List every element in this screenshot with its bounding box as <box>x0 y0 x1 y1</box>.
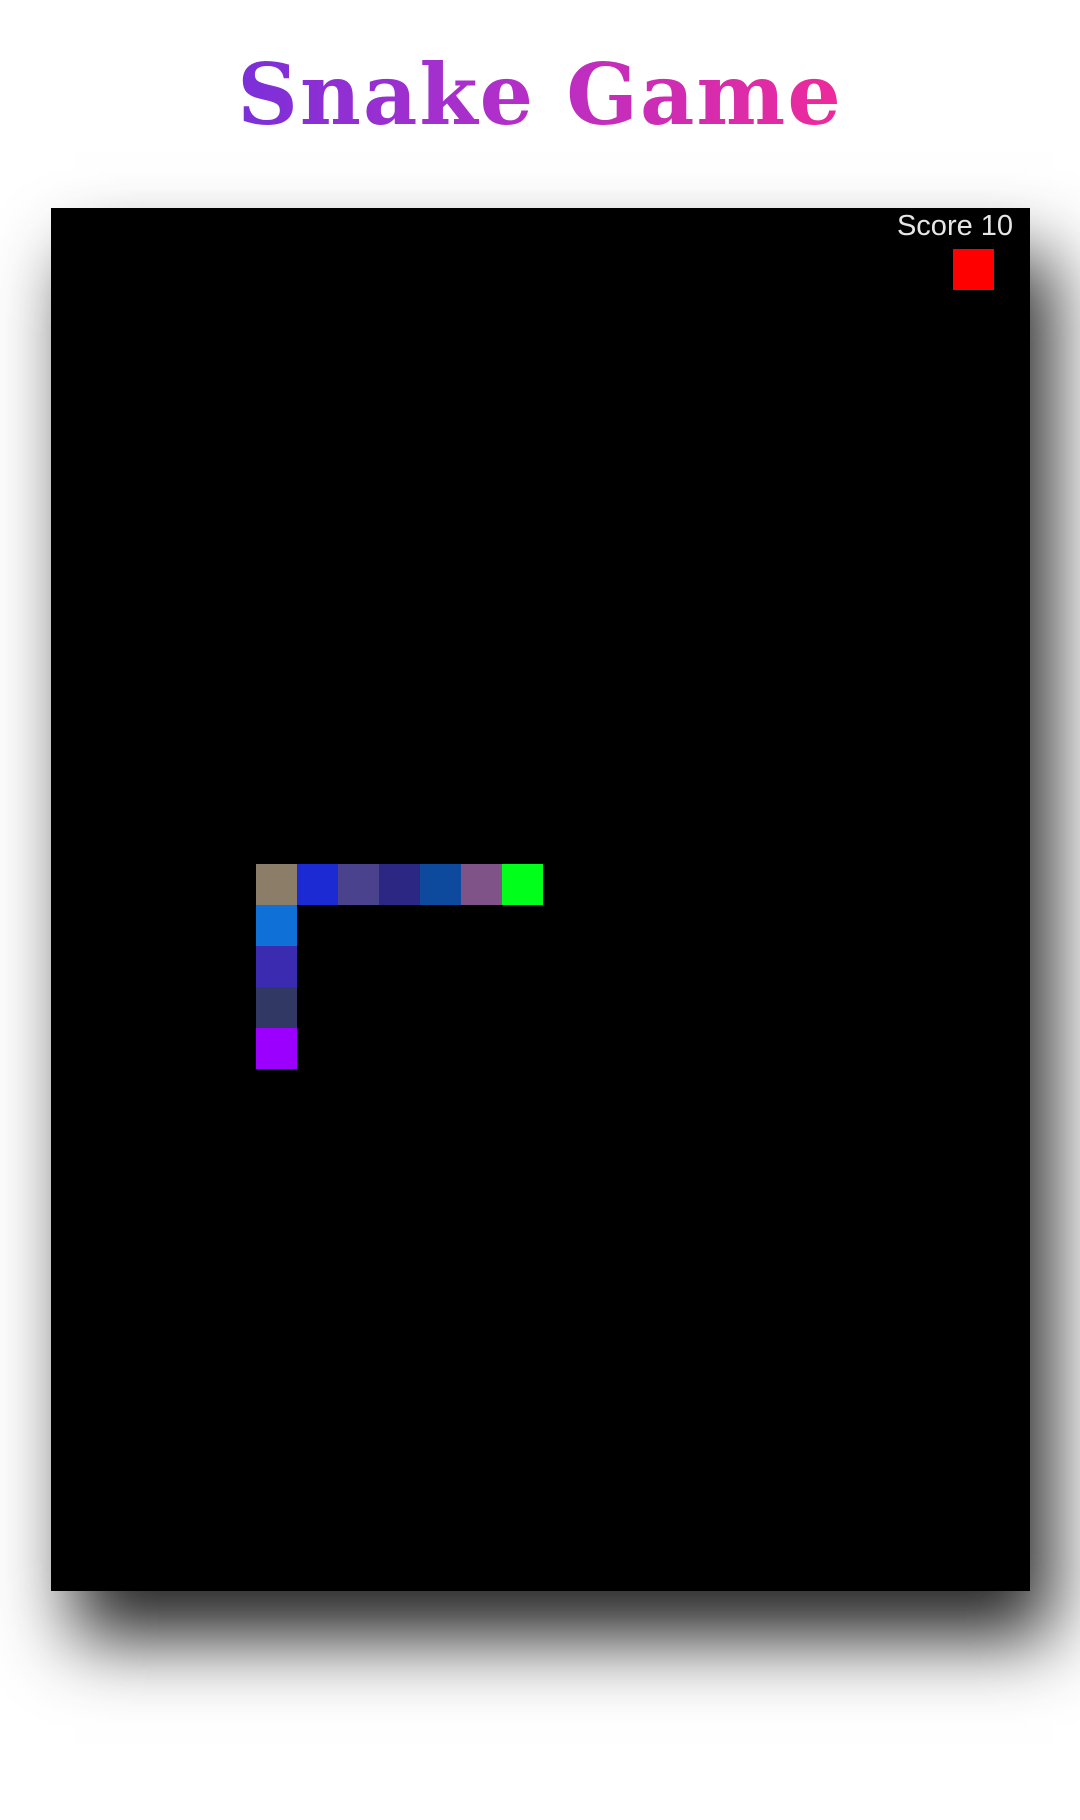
snake-segment <box>297 864 338 905</box>
score-label: Score <box>896 210 973 242</box>
snake-segment <box>461 864 502 905</box>
snake-segment <box>256 946 297 987</box>
food-pellet <box>953 249 994 290</box>
snake-segment <box>338 864 379 905</box>
snake-head <box>502 864 543 905</box>
score-display: Score 10 <box>897 208 1013 244</box>
snake-segment <box>379 864 420 905</box>
score-value: 10 <box>980 210 1013 242</box>
snake-segment <box>256 864 297 905</box>
game-title: Snake Game <box>0 40 1080 150</box>
game-board[interactable]: Score 10 <box>51 208 1030 1591</box>
snake-segment <box>256 987 297 1028</box>
snake-segment <box>256 905 297 946</box>
snake-segment <box>256 1028 297 1069</box>
game-title-text: Snake Game <box>237 45 843 144</box>
snake-segment <box>420 864 461 905</box>
